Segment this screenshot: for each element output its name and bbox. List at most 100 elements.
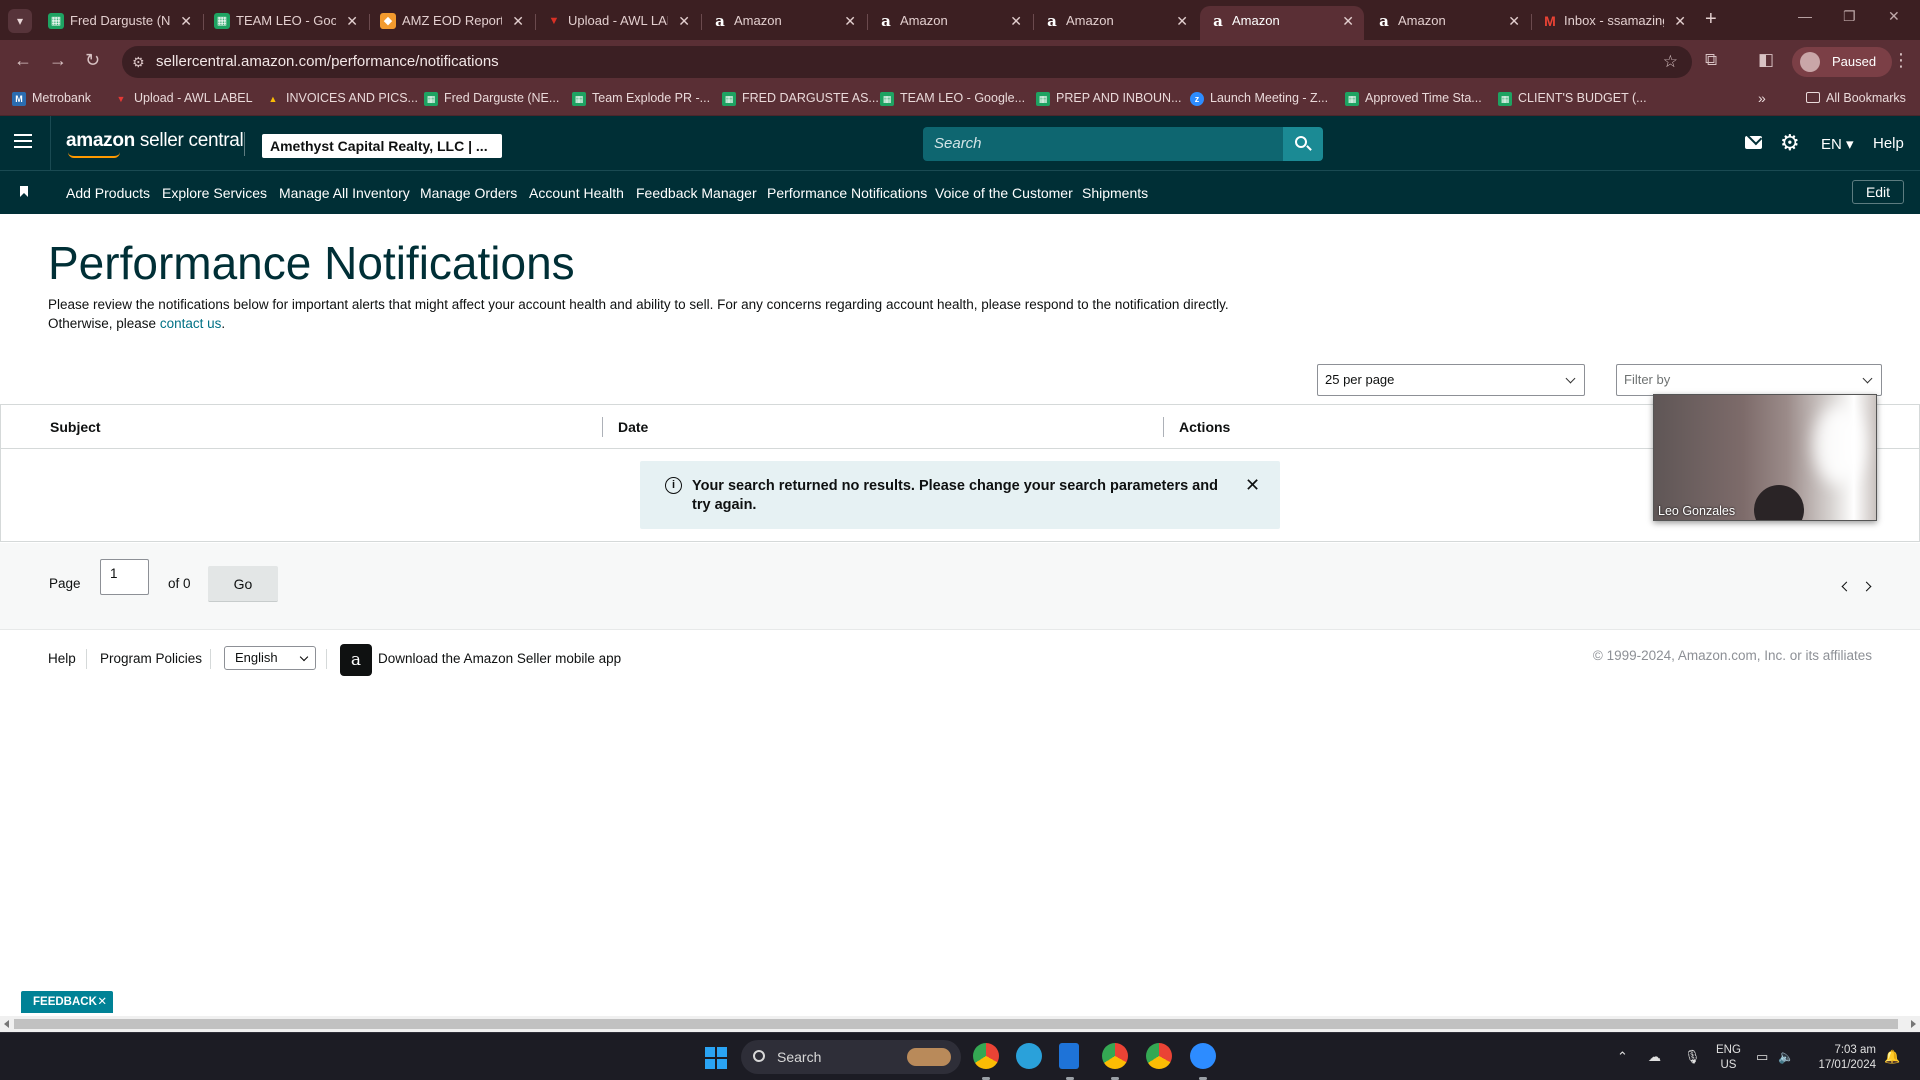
- tab-close-icon[interactable]: ✕: [1342, 6, 1354, 36]
- site-settings-icon[interactable]: ⚙: [132, 46, 145, 78]
- browser-tab-active[interactable]: a Amazon ✕: [1200, 6, 1364, 40]
- tab-close-icon[interactable]: ✕: [1508, 6, 1520, 36]
- nav-performance-notifications[interactable]: Performance Notifications: [767, 185, 927, 201]
- bookmark-item[interactable]: ▼ Upload - AWL LABEL: [114, 91, 253, 105]
- tab-close-icon[interactable]: ✕: [678, 6, 690, 36]
- bookmark-item[interactable]: ▦ FRED DARGUSTE AS...: [722, 91, 879, 106]
- tab-close-icon[interactable]: ✕: [512, 6, 524, 36]
- all-bookmarks[interactable]: All Bookmarks: [1806, 91, 1906, 105]
- notepad-icon[interactable]: [1059, 1043, 1079, 1069]
- page-number-input[interactable]: 1: [100, 559, 149, 595]
- tab-close-icon[interactable]: ✕: [1010, 6, 1022, 36]
- bookmark-item[interactable]: M Metrobank: [12, 91, 91, 106]
- tab-close-icon[interactable]: ✕: [844, 6, 856, 36]
- browser-tab[interactable]: a Amazon ✕: [702, 6, 866, 40]
- nav-explore-services[interactable]: Explore Services: [162, 185, 267, 201]
- browser-tab[interactable]: a Amazon ✕: [1366, 6, 1530, 40]
- scrollbar-thumb[interactable]: [14, 1019, 1898, 1029]
- seller-central-logo[interactable]: amazon seller central: [66, 130, 244, 158]
- taskbar-search[interactable]: Search: [741, 1040, 961, 1074]
- horizontal-scrollbar[interactable]: [0, 1016, 1920, 1032]
- side-panel-icon[interactable]: ◧: [1758, 50, 1774, 70]
- browser-tab[interactable]: ▦ TEAM LEO - Goog ✕: [204, 6, 368, 40]
- window-close-icon[interactable]: ✕: [1888, 8, 1900, 25]
- bookmark-icon[interactable]: [20, 186, 28, 197]
- feedback-tab[interactable]: FEEDBACK ✕: [21, 991, 113, 1013]
- tray-overflow-chevron-icon[interactable]: ⌃: [1617, 1049, 1628, 1065]
- contact-us-link[interactable]: contact us: [160, 316, 222, 331]
- video-call-overlay[interactable]: Leo Gonzales: [1653, 394, 1877, 521]
- forward-arrow-icon[interactable]: →: [49, 50, 67, 71]
- search-input[interactable]: Search: [923, 127, 1283, 161]
- tab-close-icon[interactable]: ✕: [1674, 6, 1686, 36]
- address-bar[interactable]: ⚙ sellercentral.amazon.com/performance/n…: [122, 46, 1692, 78]
- bookmark-item[interactable]: ▦ PREP AND INBOUN...: [1036, 91, 1182, 106]
- tab-close-icon[interactable]: ✕: [180, 6, 192, 36]
- nav-voice-of-the-customer[interactable]: Voice of the Customer: [935, 185, 1073, 201]
- nav-manage-all-inventory[interactable]: Manage All Inventory: [279, 185, 410, 201]
- minimize-icon[interactable]: —: [1798, 8, 1812, 24]
- bookmark-item[interactable]: ▦ Team Explode PR -...: [572, 91, 710, 106]
- search-button[interactable]: [1283, 127, 1323, 161]
- tab-search-chevron-icon[interactable]: ▾: [8, 9, 32, 33]
- browser-tab[interactable]: ◆ AMZ EOD Report ✕: [370, 6, 534, 40]
- telegram-icon[interactable]: [1016, 1043, 1042, 1069]
- bookmark-item[interactable]: ▦ Fred Darguste (NE...: [424, 91, 559, 106]
- new-tab-plus-icon[interactable]: +: [1705, 8, 1717, 31]
- footer-language-select[interactable]: English: [224, 646, 316, 670]
- chrome-profile-icon[interactable]: [1102, 1043, 1128, 1069]
- bookmark-item[interactable]: ▦ Approved Time Sta...: [1345, 91, 1482, 106]
- extensions-puzzle-icon[interactable]: ⧉: [1705, 50, 1717, 70]
- browser-tab[interactable]: ▼ Upload - AWL LAB ✕: [536, 6, 700, 40]
- per-page-select[interactable]: 25 per page: [1317, 364, 1585, 396]
- volume-icon[interactable]: 🔈: [1778, 1049, 1794, 1065]
- language-selector[interactable]: EN ▾: [1821, 135, 1854, 153]
- bookmark-star-icon[interactable]: ☆: [1663, 46, 1678, 78]
- program-policies-link[interactable]: Program Policies: [100, 651, 202, 666]
- scroll-right-arrow-icon[interactable]: [1911, 1020, 1916, 1028]
- footer-help-link[interactable]: Help: [48, 651, 76, 666]
- nav-manage-orders[interactable]: Manage Orders: [420, 185, 517, 201]
- microphone-icon[interactable]: 🎙: [1684, 1049, 1701, 1065]
- nav-add-products[interactable]: Add Products: [66, 185, 150, 201]
- input-language[interactable]: ENG US: [1716, 1043, 1741, 1073]
- bookmark-item[interactable]: ▦ TEAM LEO - Google...: [880, 91, 1025, 106]
- go-button[interactable]: Go: [208, 566, 278, 602]
- mail-icon[interactable]: [1745, 136, 1762, 149]
- nav-account-health[interactable]: Account Health: [529, 185, 624, 201]
- profile-button[interactable]: Paused: [1792, 47, 1892, 77]
- account-switcher[interactable]: Amethyst Capital Realty, LLC | ...: [262, 134, 502, 158]
- bookmark-item[interactable]: ▲ INVOICES AND PICS...: [266, 91, 418, 105]
- windows-start-icon[interactable]: [705, 1047, 727, 1069]
- network-icon[interactable]: ▭: [1756, 1049, 1768, 1065]
- close-icon[interactable]: ✕: [97, 991, 107, 1013]
- browser-menu-icon[interactable]: ⋮: [1892, 50, 1910, 71]
- nav-feedback-manager[interactable]: Feedback Manager: [636, 185, 757, 201]
- gear-icon[interactable]: ⚙: [1780, 130, 1800, 156]
- system-clock[interactable]: 7:03 am 17/01/2024: [1806, 1043, 1876, 1073]
- reload-icon[interactable]: ↻: [85, 50, 100, 71]
- hamburger-menu-icon[interactable]: [14, 134, 32, 152]
- notifications-bell-icon[interactable]: 🔔: [1884, 1049, 1900, 1065]
- column-subject[interactable]: Subject: [50, 419, 101, 435]
- filter-select[interactable]: Filter by: [1616, 364, 1882, 396]
- scroll-left-arrow-icon[interactable]: [4, 1020, 9, 1028]
- browser-tab[interactable]: a Amazon ✕: [1034, 6, 1198, 40]
- bookmark-item[interactable]: ▦ CLIENT'S BUDGET (...: [1498, 91, 1647, 106]
- cloud-offline-icon[interactable]: ☁: [1648, 1049, 1661, 1065]
- tab-close-icon[interactable]: ✕: [1176, 6, 1188, 36]
- chrome-profile-icon[interactable]: [1146, 1043, 1172, 1069]
- download-app-link[interactable]: Download the Amazon Seller mobile app: [378, 651, 621, 666]
- back-arrow-icon[interactable]: ←: [14, 50, 32, 71]
- tab-close-icon[interactable]: ✕: [346, 6, 358, 36]
- column-date[interactable]: Date: [618, 419, 648, 435]
- chrome-icon[interactable]: [973, 1043, 999, 1069]
- zoom-icon[interactable]: [1190, 1043, 1216, 1069]
- close-icon[interactable]: ✕: [1245, 475, 1260, 496]
- help-link[interactable]: Help: [1873, 135, 1904, 152]
- nav-shipments[interactable]: Shipments: [1082, 185, 1148, 201]
- browser-tab[interactable]: a Amazon ✕: [868, 6, 1032, 40]
- browser-tab[interactable]: M Inbox - ssamazing ✕: [1532, 6, 1696, 40]
- amazon-app-icon[interactable]: a: [340, 644, 372, 676]
- browser-tab[interactable]: ▦ Fred Darguste (NE ✕: [38, 6, 202, 40]
